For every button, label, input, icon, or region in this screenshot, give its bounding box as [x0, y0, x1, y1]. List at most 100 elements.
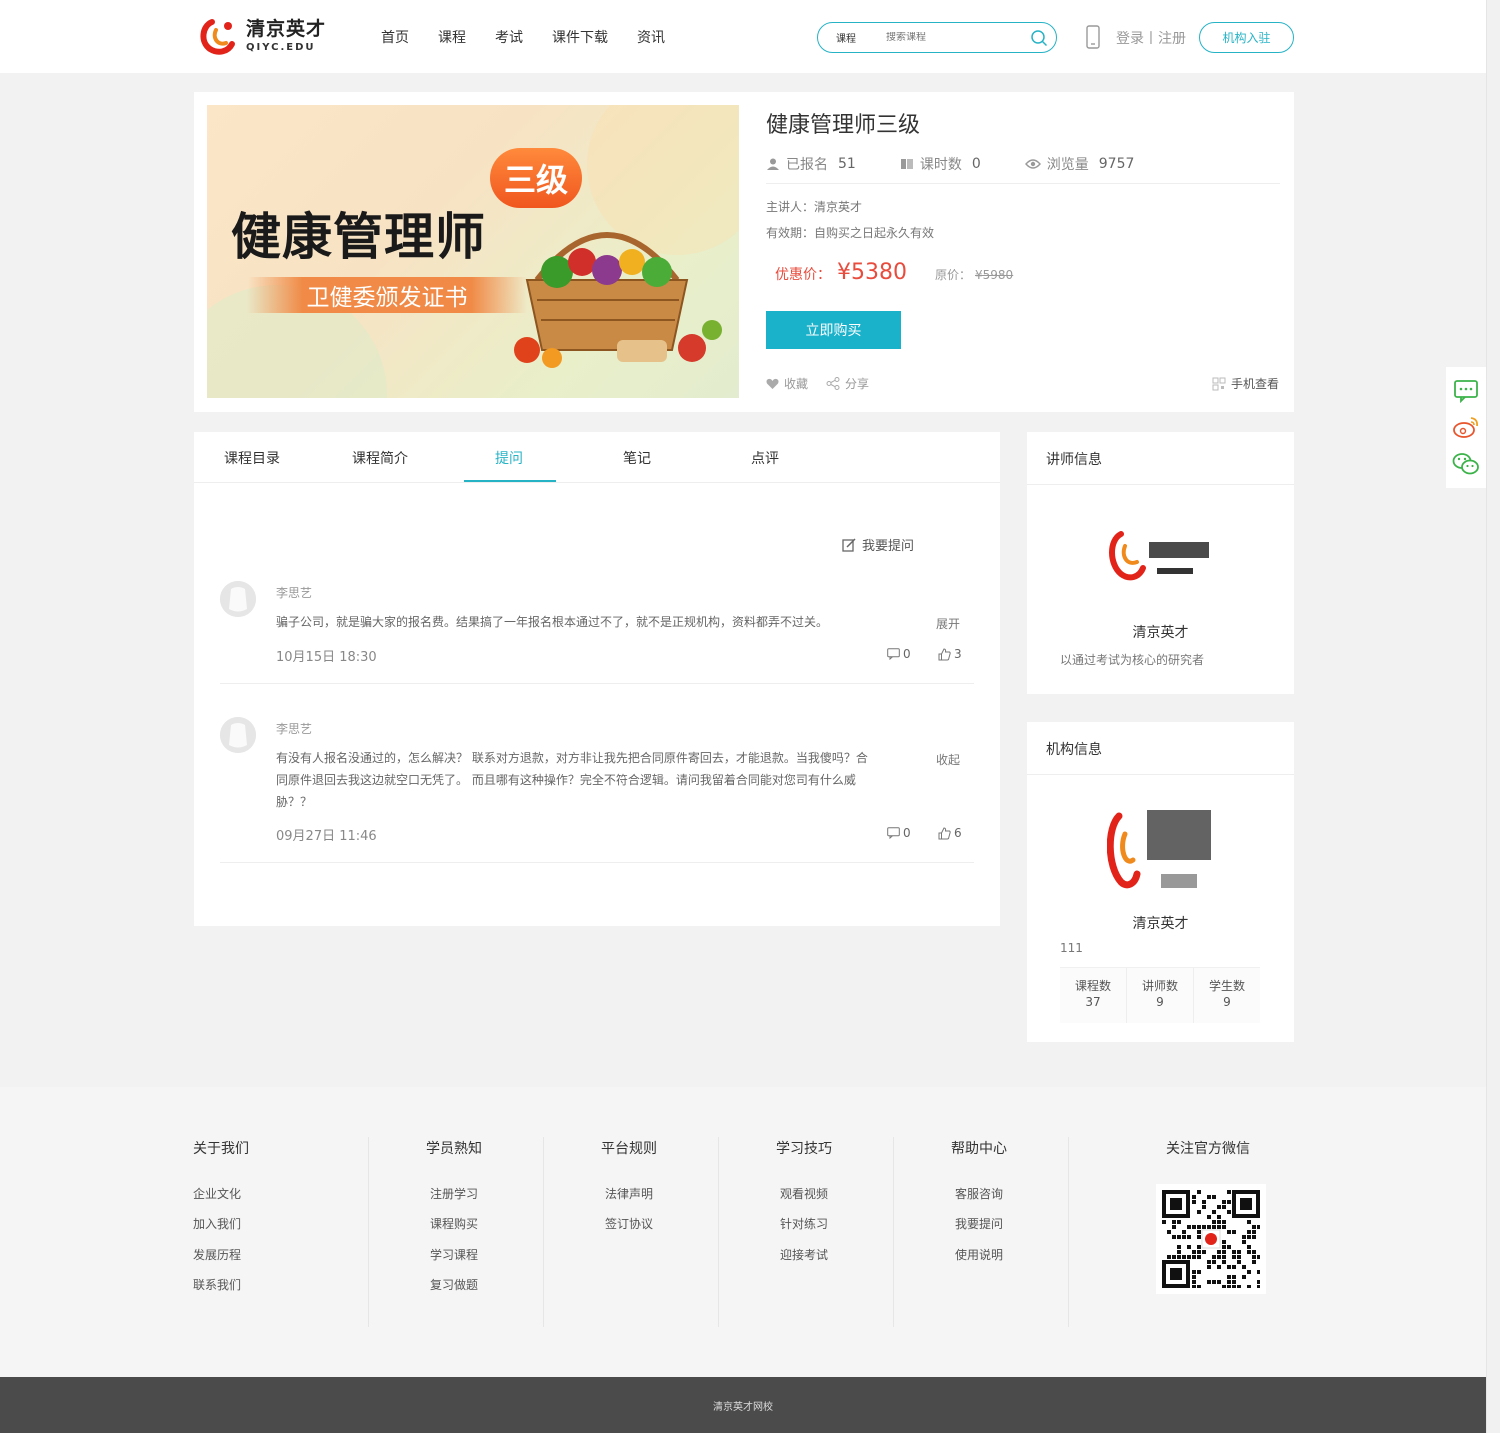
footer-link[interactable]: 课程购买	[430, 1215, 478, 1232]
active-tab-indicator	[464, 480, 556, 482]
floating-share-bar	[1446, 367, 1486, 488]
footer-link[interactable]: 我要提问	[955, 1215, 1003, 1232]
share-icon	[826, 377, 840, 390]
footer-col-about: 关于我们 企业文化 加入我们 发展历程 联系我们	[193, 1138, 249, 1328]
like-count: 6	[954, 826, 962, 840]
search-input[interactable]	[886, 32, 1026, 43]
footer-link[interactable]: 注册学习	[430, 1185, 478, 1202]
divider	[543, 1137, 544, 1327]
tab-catalog[interactable]: 课程目录	[224, 448, 280, 468]
tab-intro[interactable]: 课程简介	[352, 448, 408, 468]
nav-home[interactable]: 首页	[381, 27, 409, 47]
comment-count-button[interactable]: 0	[887, 826, 911, 840]
book-icon	[900, 159, 913, 169]
divider	[220, 862, 974, 863]
footer-link[interactable]: 使用说明	[955, 1246, 1003, 1263]
login-register-link[interactable]: 登录丨注册	[1116, 28, 1186, 48]
eye-icon	[1024, 159, 1041, 169]
copyright-bar: 清京英才网校	[0, 1377, 1486, 1433]
nav-downloads[interactable]: 课件下载	[552, 27, 608, 47]
tab-bar: 课程目录 课程简介 提问 笔记 点评	[194, 432, 1000, 483]
tab-questions[interactable]: 提问	[495, 448, 523, 468]
edit-icon	[842, 537, 856, 552]
course-tabs-panel: 课程目录 课程简介 提问 笔记 点评 我要提问 李思艺 骗子公司，就是骗大家的报…	[194, 432, 1000, 926]
footer-col-help: 帮助中心 客服咨询 我要提问 使用说明	[951, 1138, 1007, 1328]
enrolled-label: 已报名	[786, 157, 828, 173]
weibo-icon[interactable]	[1452, 415, 1480, 439]
stat-label: 学生数	[1208, 979, 1245, 993]
search-icon[interactable]	[1030, 29, 1048, 51]
collapse-toggle[interactable]: 收起	[936, 751, 960, 768]
course-banner-image: 三级 健康管理师 卫健委颁发证书	[207, 105, 739, 398]
footer-link[interactable]: 学习课程	[430, 1246, 478, 1263]
price-value: ¥5380	[837, 260, 907, 285]
footer-link[interactable]: 签订协议	[605, 1215, 653, 1232]
like-button[interactable]: 6	[938, 826, 962, 840]
footer-link[interactable]: 加入我们	[193, 1215, 241, 1232]
buy-now-button[interactable]: 立即购买	[766, 311, 901, 349]
site-footer: 关于我们 企业文化 加入我们 发展历程 联系我们 学员熟知 注册学习 课程购买 …	[0, 1087, 1486, 1377]
tab-notes[interactable]: 笔记	[623, 448, 651, 468]
favorite-button[interactable]: 收藏	[766, 375, 808, 392]
teacher-description: 以通过考试为核心的研究者	[1060, 653, 1205, 667]
institution-description: 111	[1060, 941, 1083, 955]
original-price-value: ¥5980	[975, 268, 1014, 282]
search-category-select[interactable]: 课程	[836, 30, 886, 45]
user-icon	[767, 158, 779, 170]
institution-join-button[interactable]: 机构入驻	[1199, 22, 1294, 53]
stat-students: 学生数 9	[1194, 968, 1260, 1023]
mobile-view-button[interactable]: 手机查看	[1212, 375, 1279, 392]
question-text: 有没有人报名没通过的，怎么解决？ 联系对方退款，对方非让我先把合同原件寄回去，才…	[276, 751, 868, 809]
enrolled-stat: 已报名 51	[766, 154, 856, 174]
comment-count: 0	[903, 826, 911, 840]
footer-col-title: 学员熟知	[426, 1141, 482, 1157]
footer-col-rules: 平台规则 法律声明 签订协议	[601, 1138, 657, 1328]
nav-news[interactable]: 资讯	[637, 27, 665, 47]
footer-link[interactable]: 发展历程	[193, 1246, 241, 1263]
institution-info-card: 机构信息 清京英才 111 课程数 37 讲师数 9 学生数 9	[1027, 722, 1294, 1042]
mobile-phone-icon[interactable]	[1086, 25, 1100, 53]
vegetable-basket-icon	[514, 232, 722, 368]
share-label: 分享	[845, 377, 870, 391]
question-text: 骗子公司，就是骗大家的报名费。结果搞了一年报名根本通过不了，就不是正规机构，资料…	[276, 615, 829, 629]
question-time: 09月27日 11:46	[276, 829, 377, 844]
divider	[766, 183, 1280, 184]
footer-link[interactable]: 企业文化	[193, 1185, 241, 1202]
nav-exams[interactable]: 考试	[495, 27, 523, 47]
lessons-value: 0	[971, 156, 981, 172]
price-label: 优惠价：	[775, 267, 831, 283]
footer-link[interactable]: 法律声明	[605, 1185, 653, 1202]
tab-reviews[interactable]: 点评	[751, 448, 779, 468]
favorite-label: 收藏	[784, 377, 809, 391]
like-button[interactable]: 3	[938, 647, 962, 661]
divider	[1068, 1137, 1069, 1327]
stat-label: 课程数	[1074, 979, 1111, 993]
views-value: 9757	[1098, 156, 1135, 172]
course-lecturer: 主讲人：清京英才	[766, 200, 863, 214]
expand-toggle[interactable]: 展开	[936, 615, 960, 632]
chat-icon[interactable]	[1453, 379, 1479, 404]
nav-courses[interactable]: 课程	[438, 27, 466, 47]
search-bar: 课程	[817, 22, 1057, 53]
page-scrollbar[interactable]	[1486, 0, 1500, 1433]
teacher-info-card: 讲师信息 清京英才 以通过考试为核心的研究者	[1027, 432, 1294, 694]
footer-link[interactable]: 复习做题	[430, 1276, 478, 1293]
course-stats: 已报名 51 课时数 0 浏览量 9757	[766, 154, 1178, 174]
ask-question-button[interactable]: 我要提问	[842, 535, 914, 554]
site-logo[interactable]: 清京英才 QIYC.EDU	[198, 16, 326, 56]
institution-logo-icon	[1107, 810, 1211, 889]
share-button[interactable]: 分享	[826, 375, 869, 392]
footer-link[interactable]: 观看视频	[780, 1185, 828, 1202]
wechat-icon[interactable]	[1452, 452, 1480, 476]
footer-link[interactable]: 迎接考试	[780, 1246, 828, 1263]
footer-link[interactable]: 客服咨询	[955, 1185, 1003, 1202]
banner-level-badge: 三级	[490, 148, 582, 208]
comment-count: 0	[903, 647, 911, 661]
course-price: 优惠价： ¥5380 原价： ¥5980	[775, 260, 1013, 285]
comment-count-button[interactable]: 0	[887, 647, 911, 661]
institution-card-header: 机构信息	[1027, 722, 1294, 775]
heart-icon	[766, 378, 779, 389]
footer-col-title: 关于我们	[193, 1141, 249, 1157]
footer-link[interactable]: 针对练习	[780, 1215, 828, 1232]
footer-link[interactable]: 联系我们	[193, 1276, 241, 1293]
